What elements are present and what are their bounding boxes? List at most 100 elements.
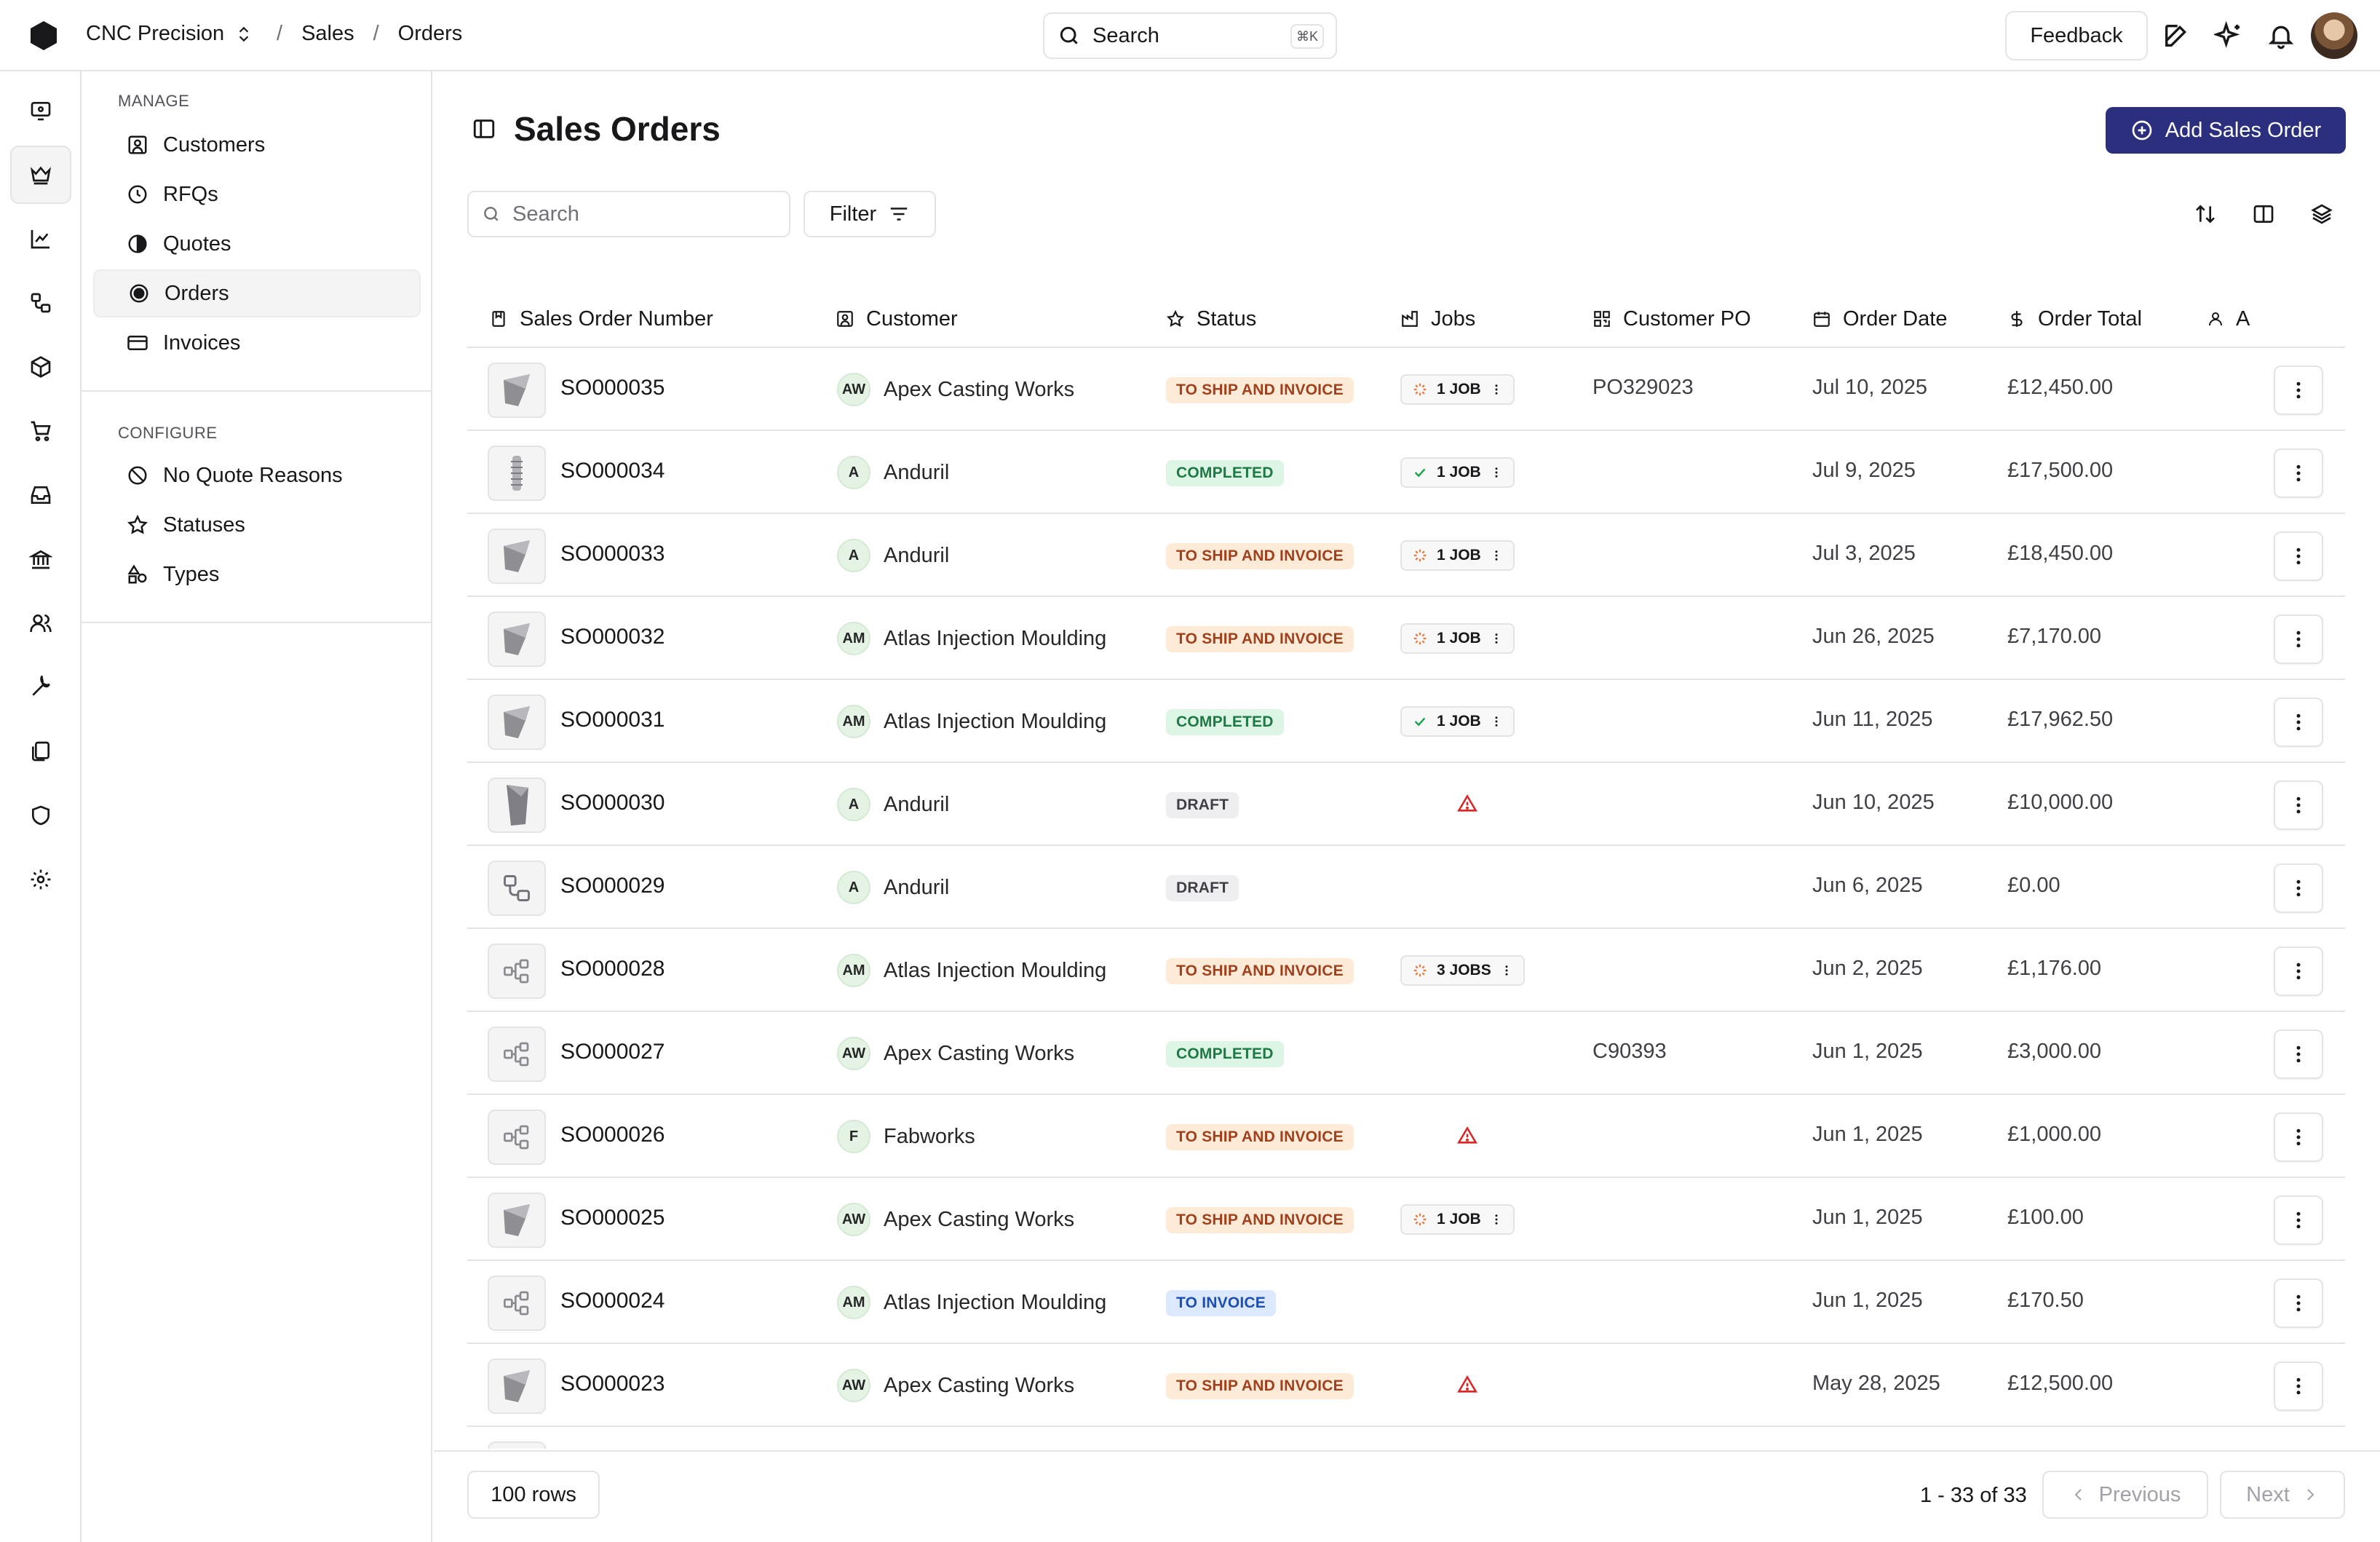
bell-icon[interactable]	[2266, 21, 2296, 50]
jobs-badge[interactable]: 1 JOB	[1400, 706, 1515, 737]
jobs-badge[interactable]: 1 JOB	[1400, 374, 1515, 405]
edit-icon[interactable]	[2162, 21, 2191, 50]
sales-order-number[interactable]: SO000027	[560, 1040, 665, 1064]
column-header-sales-order-number[interactable]: Sales Order Number	[489, 290, 713, 348]
previous-page-button[interactable]: Previous	[2042, 1471, 2208, 1519]
rail-production[interactable]	[10, 274, 71, 332]
sales-order-number[interactable]: SO000023	[560, 1372, 665, 1396]
column-header-order-date[interactable]: Order Date	[1812, 290, 1947, 348]
jobs-badge[interactable]: 1 JOB	[1400, 1204, 1515, 1235]
rows-per-page-button[interactable]: 100 rows	[467, 1471, 600, 1519]
jobs-badge[interactable]: 3 JOBS	[1400, 955, 1525, 986]
user-avatar[interactable]	[2311, 12, 2357, 59]
sidebar-item-rfqs[interactable]: RFQs	[93, 170, 421, 218]
table-row[interactable]: SO000029 A Anduril DRAFT Jun 6, 2025 £0.00	[467, 846, 2345, 929]
sidebar-item-types[interactable]: Types	[93, 550, 421, 598]
table-row[interactable]: SO000033 A Anduril TO SHIP AND INVOICE 1 JOB…	[467, 514, 2345, 597]
more-vertical-icon[interactable]	[1490, 464, 1503, 481]
sidebar-item-invoices[interactable]: Invoices	[93, 319, 421, 367]
breadcrumb-sales[interactable]: Sales	[301, 22, 354, 46]
column-header-jobs[interactable]: Jobs	[1400, 290, 1475, 348]
jobs-badge[interactable]: 1 JOB	[1400, 623, 1515, 654]
table-row[interactable]	[467, 1427, 2345, 1449]
sidebar-item-customers[interactable]: Customers	[93, 121, 421, 169]
sales-order-number[interactable]: SO000032	[560, 625, 665, 649]
rail-dashboard[interactable]	[10, 82, 71, 140]
breadcrumb-orders[interactable]: Orders	[398, 22, 463, 46]
sidebar-item-quotes[interactable]: Quotes	[93, 220, 421, 268]
layers-button[interactable]	[2306, 198, 2338, 230]
sales-order-number[interactable]: SO000034	[560, 459, 665, 483]
rail-people[interactable]	[10, 594, 71, 652]
column-header-order-total[interactable]: Order Total	[2007, 290, 2142, 348]
row-actions-button[interactable]	[2274, 1029, 2323, 1079]
row-actions-button[interactable]	[2274, 1195, 2323, 1245]
jobs-badge[interactable]: 1 JOB	[1400, 540, 1515, 571]
more-vertical-icon[interactable]	[1490, 547, 1503, 564]
table-row[interactable]: SO000025 AW Apex Casting Works TO SHIP AND …	[467, 1178, 2345, 1261]
rail-quality[interactable]	[10, 786, 71, 845]
rail-inventory[interactable]	[10, 466, 71, 524]
rail-items[interactable]	[10, 338, 71, 396]
column-header-status[interactable]: Status	[1166, 290, 1256, 348]
table-row[interactable]: SO000030 A Anduril DRAFT Jun 10, 2025 £10,000…	[467, 763, 2345, 846]
feedback-button[interactable]: Feedback	[2005, 11, 2148, 60]
rail-purchasing[interactable]	[10, 402, 71, 460]
column-header-truncated[interactable]: A	[2207, 290, 2250, 348]
global-search-button[interactable]: Search ⌘K	[1043, 12, 1337, 59]
rail-reports[interactable]	[10, 210, 71, 268]
company-switcher[interactable]: CNC Precision	[86, 22, 253, 46]
table-row[interactable]: SO000028 AM Atlas Injection Moulding TO SHI…	[467, 929, 2345, 1012]
row-actions-button[interactable]	[2274, 1278, 2323, 1328]
table-row[interactable]: SO000032 AM Atlas Injection Moulding TO SHI…	[467, 597, 2345, 680]
more-vertical-icon[interactable]	[1490, 381, 1503, 398]
filter-button[interactable]: Filter	[804, 191, 936, 237]
row-actions-button[interactable]	[2274, 1361, 2323, 1411]
table-row[interactable]: SO000034 A Anduril COMPLETED 1 JOB Jul 9, 202…	[467, 431, 2345, 514]
more-vertical-icon[interactable]	[1490, 630, 1503, 647]
rail-resources[interactable]	[10, 658, 71, 716]
sales-order-number[interactable]: SO000028	[560, 957, 665, 981]
row-actions-button[interactable]	[2274, 863, 2323, 913]
more-vertical-icon[interactable]	[1490, 713, 1503, 730]
table-row[interactable]: SO000023 AW Apex Casting Works TO SHIP AND …	[467, 1344, 2345, 1427]
row-actions-button[interactable]	[2274, 448, 2323, 498]
row-actions-button[interactable]	[2274, 946, 2323, 996]
jobs-badge[interactable]: 1 JOB	[1400, 457, 1515, 488]
row-actions-button[interactable]	[2274, 697, 2323, 747]
table-row[interactable]: SO000031 AM Atlas Injection Moulding COMPLE…	[467, 680, 2345, 763]
table-row[interactable]: SO000027 AW Apex Casting Works COMPLETED C90…	[467, 1012, 2345, 1095]
add-sales-order-button[interactable]: Add Sales Order	[2106, 107, 2346, 154]
table-row[interactable]: SO000035 AW Apex Casting Works TO SHIP AND …	[467, 348, 2345, 431]
sparkles-icon[interactable]	[2214, 21, 2243, 50]
sidebar-item-no-quote-reasons[interactable]: No Quote Reasons	[93, 451, 421, 499]
more-vertical-icon[interactable]	[1490, 1211, 1503, 1227]
next-page-button[interactable]: Next	[2220, 1471, 2345, 1519]
sales-order-number[interactable]: SO000033	[560, 542, 665, 566]
sales-order-number[interactable]: SO000031	[560, 708, 665, 732]
logo-icon[interactable]	[29, 20, 58, 52]
column-header-customer[interactable]: Customer	[836, 290, 958, 348]
rail-documents[interactable]	[10, 722, 71, 780]
sales-order-number[interactable]: SO000025	[560, 1206, 665, 1230]
rail-settings[interactable]	[10, 850, 71, 909]
table-row[interactable]: SO000026 F Fabworks TO SHIP AND INVOICE Jun …	[467, 1095, 2345, 1178]
sales-order-number[interactable]: SO000026	[560, 1123, 665, 1147]
table-row[interactable]: SO000024 AM Atlas Injection Moulding TO INV…	[467, 1261, 2345, 1344]
row-actions-button[interactable]	[2274, 365, 2323, 415]
more-vertical-icon[interactable]	[1500, 962, 1513, 978]
sort-button[interactable]	[2189, 198, 2221, 230]
column-header-customer-po[interactable]: Customer PO	[1592, 290, 1751, 348]
sidebar-item-orders[interactable]: Orders	[93, 269, 421, 317]
sales-order-number[interactable]: SO000030	[560, 791, 665, 815]
sidebar-item-statuses[interactable]: Statuses	[93, 501, 421, 549]
sidebar-toggle-icon[interactable]	[472, 116, 496, 141]
columns-button[interactable]	[2248, 198, 2280, 230]
table-search-input[interactable]: Search	[467, 191, 790, 237]
rail-sales[interactable]	[10, 146, 71, 204]
row-actions-button[interactable]	[2274, 614, 2323, 664]
sales-order-number[interactable]: SO000024	[560, 1289, 665, 1313]
row-actions-button[interactable]	[2274, 780, 2323, 830]
sales-order-number[interactable]: SO000035	[560, 376, 665, 400]
row-actions-button[interactable]	[2274, 531, 2323, 581]
